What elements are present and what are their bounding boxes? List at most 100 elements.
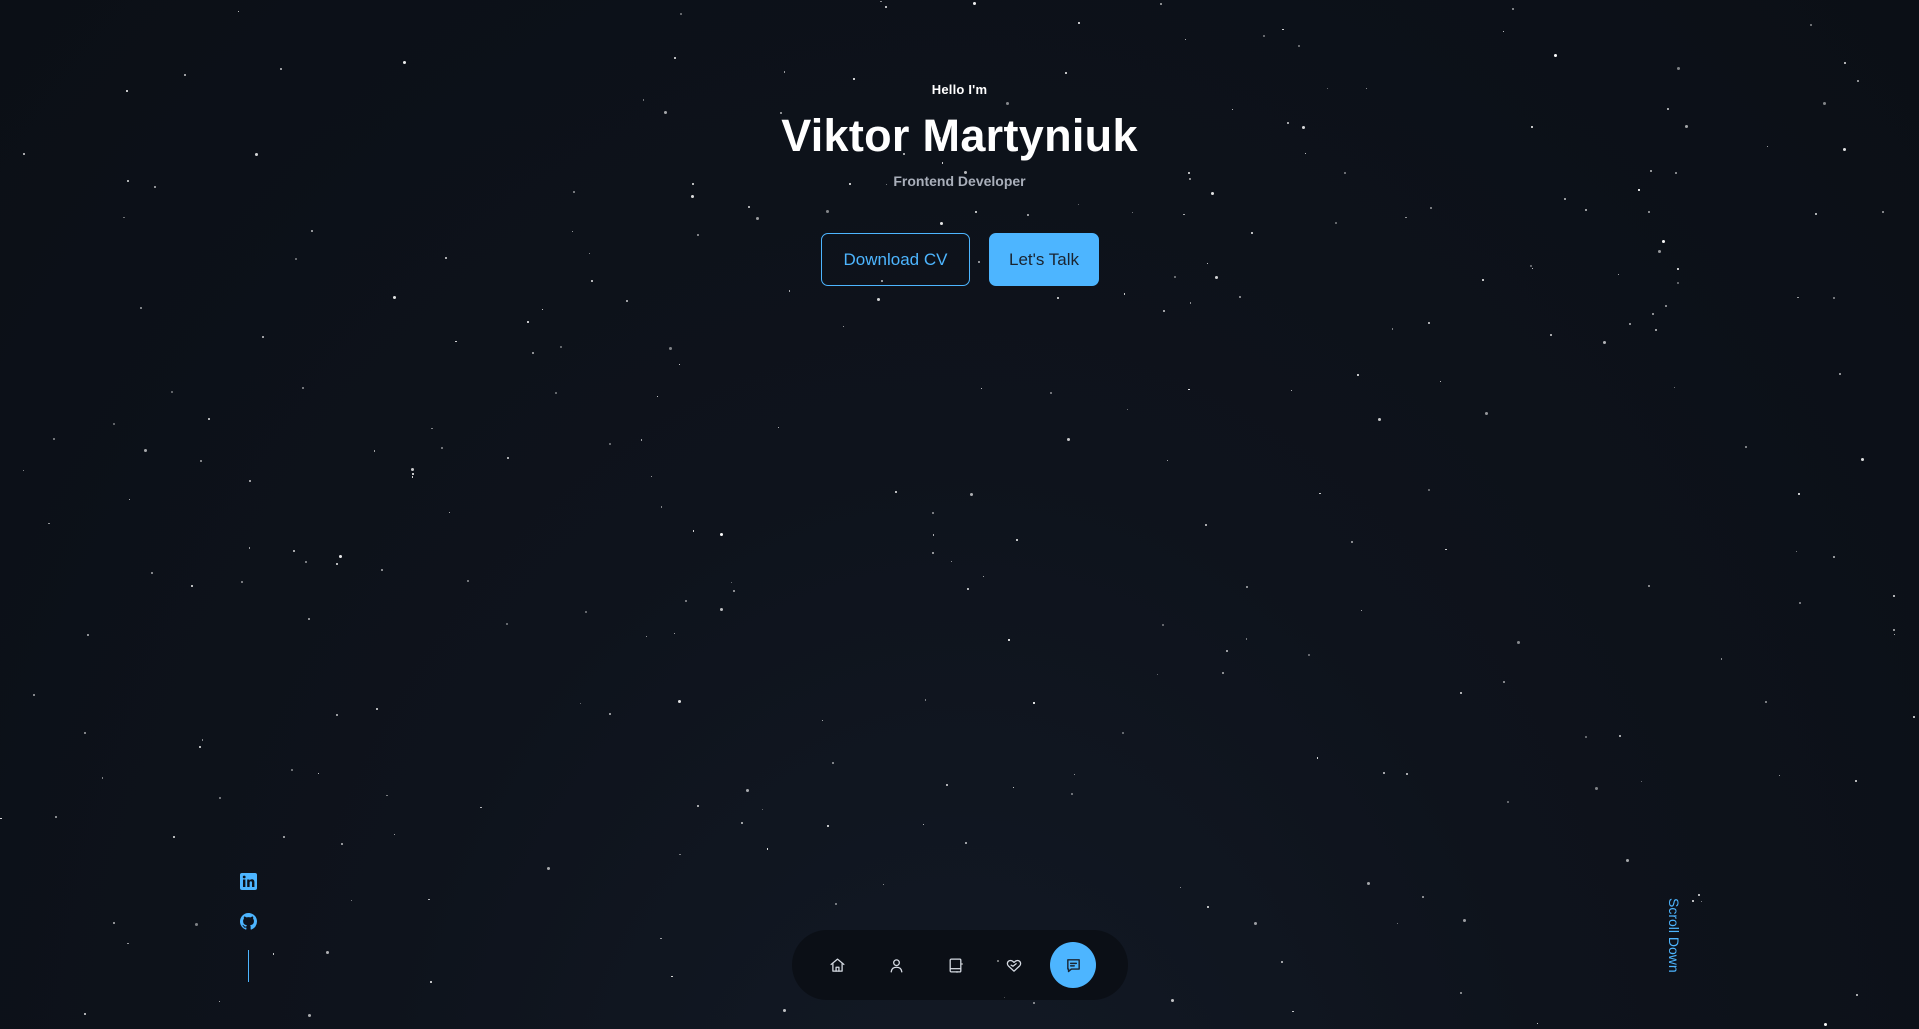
- star: [940, 221, 944, 225]
- nav-contact[interactable]: [1050, 942, 1096, 988]
- star: [821, 719, 824, 722]
- star: [87, 633, 90, 636]
- star: [559, 345, 562, 348]
- star: [340, 843, 343, 846]
- star: [788, 290, 790, 292]
- star: [1006, 101, 1009, 105]
- star: [1893, 633, 1896, 636]
- star: [374, 450, 376, 452]
- star: [293, 550, 296, 553]
- star: [1221, 671, 1224, 674]
- linkedin-icon: [239, 872, 257, 890]
- star: [219, 797, 222, 800]
- star: [692, 530, 694, 532]
- star: [1290, 389, 1293, 392]
- star: [668, 346, 672, 350]
- star: [1503, 30, 1505, 32]
- star: [386, 794, 388, 796]
- star: [1619, 734, 1622, 737]
- linkedin-link[interactable]: [239, 872, 257, 890]
- star: [1250, 231, 1253, 234]
- star: [1665, 304, 1667, 307]
- bottom-nav: [792, 930, 1128, 1000]
- lets-talk-button[interactable]: Let's Talk: [989, 233, 1099, 286]
- star: [199, 745, 201, 748]
- star: [1066, 437, 1070, 441]
- star: [381, 569, 383, 572]
- star: [199, 460, 202, 463]
- star: [336, 562, 339, 565]
- download-cv-button[interactable]: Download CV: [821, 233, 970, 286]
- star: [1860, 458, 1864, 462]
- github-link[interactable]: [239, 912, 257, 930]
- star: [924, 699, 927, 701]
- star: [975, 211, 977, 213]
- star: [506, 622, 509, 625]
- star: [1602, 341, 1606, 345]
- star: [335, 714, 338, 717]
- star: [1282, 28, 1284, 30]
- star: [674, 57, 677, 60]
- star: [1503, 680, 1506, 683]
- star: [608, 713, 611, 716]
- star: [310, 229, 313, 232]
- star: [392, 295, 396, 299]
- star: [894, 490, 897, 493]
- star: [641, 439, 643, 441]
- star: [1618, 274, 1620, 276]
- star: [1156, 673, 1159, 676]
- star: [783, 71, 785, 73]
- star: [393, 834, 396, 836]
- star: [1166, 460, 1168, 462]
- star: [448, 511, 450, 514]
- star: [1319, 492, 1321, 494]
- star: [983, 575, 985, 578]
- nav-home[interactable]: [814, 942, 860, 988]
- star: [112, 423, 115, 426]
- star: [579, 702, 581, 704]
- star: [190, 585, 193, 588]
- star: [1463, 919, 1466, 923]
- star: [945, 783, 948, 786]
- star: [969, 493, 973, 497]
- star: [843, 326, 845, 328]
- star: [112, 922, 115, 925]
- star: [183, 73, 186, 76]
- star: [1677, 282, 1680, 285]
- star: [1658, 250, 1662, 254]
- star: [777, 426, 780, 429]
- star: [1121, 731, 1124, 734]
- star: [1764, 701, 1767, 704]
- star: [101, 777, 104, 779]
- star: [643, 99, 645, 101]
- star: [1810, 23, 1813, 26]
- scroll-down-link[interactable]: Scroll Down: [1662, 898, 1682, 983]
- star: [1297, 44, 1300, 47]
- star: [625, 299, 628, 302]
- star: [572, 190, 575, 193]
- star: [431, 427, 433, 429]
- star: [139, 307, 142, 310]
- star: [1640, 780, 1642, 783]
- star: [1073, 773, 1075, 776]
- star: [1183, 214, 1185, 216]
- star: [1892, 629, 1895, 632]
- nav-experience[interactable]: [932, 942, 978, 988]
- star: [1881, 211, 1884, 214]
- star: [883, 884, 885, 886]
- star: [467, 580, 469, 582]
- star: [1428, 488, 1431, 491]
- nav-services[interactable]: [991, 942, 1037, 988]
- star: [1316, 757, 1318, 759]
- github-icon: [239, 912, 257, 930]
- star: [1013, 787, 1015, 789]
- star: [1238, 295, 1241, 298]
- star: [1832, 296, 1835, 299]
- star: [402, 60, 406, 64]
- star: [1823, 102, 1827, 106]
- star: [1383, 771, 1386, 774]
- star: [455, 340, 457, 343]
- nav-about[interactable]: [873, 942, 919, 988]
- home-icon: [829, 957, 845, 972]
- star: [376, 707, 379, 710]
